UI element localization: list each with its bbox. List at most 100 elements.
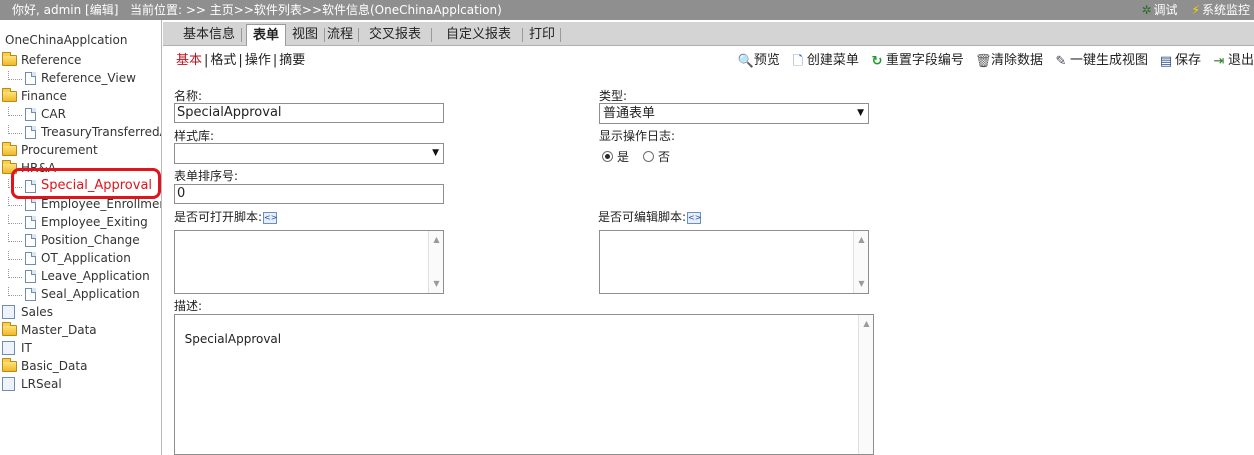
show-log-no-radio[interactable]: [643, 151, 655, 162]
tree-item-finance[interactable]: Finance: [2, 87, 67, 105]
create-menu-label: 创建菜单: [806, 53, 859, 68]
description-label: 描述:: [174, 299, 203, 313]
tree-item-sales[interactable]: Sales: [2, 303, 53, 321]
user-greeting[interactable]: 你好, admin [编辑]: [12, 0, 118, 20]
tree-item-label: Reference: [21, 53, 82, 67]
save-icon: ▤: [1159, 53, 1173, 69]
style-library-select[interactable]: ▼: [174, 143, 444, 164]
tab-basic-info[interactable]: 基本信息: [177, 24, 241, 46]
tree-root[interactable]: OneChinaApplcation: [5, 33, 127, 47]
scrollbar[interactable]: ▲: [858, 315, 873, 454]
open-script-label-text: 是否可打开脚本:: [174, 210, 263, 224]
bug-icon: ✲: [1141, 3, 1152, 17]
scrollbar[interactable]: ▲ ▼: [428, 231, 443, 293]
open-script-label: 是否可打开脚本: <>: [174, 208, 277, 225]
tree-item-car[interactable]: CAR: [8, 105, 66, 123]
tree-item-label: Sales: [21, 305, 53, 319]
tree-item-special-approval[interactable]: Special_Approval: [8, 177, 152, 195]
subnav-format[interactable]: 格式: [210, 52, 236, 70]
script-icon[interactable]: <>: [687, 211, 701, 224]
tree-item-hra[interactable]: HR&A: [2, 159, 56, 177]
tree-item-label: Procurement: [21, 143, 98, 157]
create-menu-button[interactable]: 🗋 创建菜单: [791, 52, 859, 70]
name-label: 名称:: [174, 89, 203, 103]
page-icon: [25, 233, 36, 247]
tree-item-seal-application[interactable]: Seal_Application: [8, 285, 140, 303]
tree-item-master-data[interactable]: Master_Data: [2, 321, 97, 339]
tree-item-employee-enrollment[interactable]: Employee_Enrollment: [8, 195, 161, 213]
page-icon: [25, 215, 36, 229]
tree-item-leave-application[interactable]: Leave_Application: [8, 267, 150, 285]
refresh-icon: ↻: [871, 53, 883, 69]
reset-field-number-label: 重置字段编号: [885, 53, 964, 68]
tree-item-reference[interactable]: Reference: [2, 51, 81, 69]
tree-item-label: CAR: [41, 107, 66, 121]
magnifier-page-icon: 🔍: [737, 53, 755, 69]
name-input[interactable]: SpecialApproval: [174, 103, 444, 123]
folder-icon: [2, 357, 17, 372]
type-label: 类型:: [599, 89, 628, 103]
clear-data-button[interactable]: 🗑 清除数据: [975, 52, 1043, 70]
top-bar: 你好, admin [编辑] 当前位置: >> 主页>>软件列表>>软件信息(O…: [0, 0, 1254, 20]
tab-custom-report[interactable]: 自定义报表: [440, 24, 517, 46]
exit-button[interactable]: ⇥ 退出: [1212, 52, 1254, 70]
dropdown-arrow-icon: ▼: [857, 108, 864, 118]
document-icon: [2, 377, 15, 391]
save-label: 保存: [1174, 53, 1201, 68]
system-monitor-button[interactable]: ⚡ 系统监控: [1192, 0, 1250, 20]
form-order-input[interactable]: 0: [174, 184, 444, 204]
tree-item-ot-application[interactable]: OT_Application: [8, 249, 131, 267]
page-icon: [25, 287, 36, 301]
tree-item-label: TreasuryTransferredAp: [41, 125, 162, 139]
edit-script-textarea[interactable]: ▲ ▼: [599, 230, 869, 294]
tree-item-basic-data[interactable]: Basic_Data: [2, 357, 87, 375]
exit-label: 退出: [1227, 53, 1254, 68]
breadcrumb: 当前位置: >> 主页>>软件列表>>软件信息(OneChinaApplcati…: [130, 3, 502, 17]
folder-icon: [2, 159, 17, 174]
show-log-label: 显示操作日志:: [599, 129, 676, 143]
tree-item-treasury[interactable]: TreasuryTransferredAp: [8, 123, 162, 141]
tree-item-label: Seal_Application: [41, 287, 140, 301]
tab-form[interactable]: 表单: [246, 24, 287, 46]
tree-item-reference-view[interactable]: Reference_View: [8, 69, 136, 87]
folder-icon: [2, 51, 17, 66]
tree-item-label: IT: [21, 341, 32, 355]
page-icon: [25, 71, 36, 85]
debug-button[interactable]: ✲ 调试: [1141, 0, 1177, 20]
tree-item-label-selected: Special_Approval: [41, 178, 153, 193]
style-library-label: 样式库:: [174, 129, 215, 143]
description-textarea[interactable]: SpecialApproval ▲: [174, 314, 874, 455]
tree-item-position-change[interactable]: Position_Change: [8, 231, 140, 249]
tree-item-employee-exiting[interactable]: Employee_Exiting: [8, 213, 148, 231]
preview-button[interactable]: 🔍 预览: [738, 52, 780, 70]
document-icon: [2, 305, 15, 319]
save-button[interactable]: ▤ 保存: [1159, 52, 1201, 70]
tab-print[interactable]: 打印: [523, 24, 561, 46]
tree-item-it[interactable]: IT: [2, 339, 32, 357]
page-icon: [25, 179, 36, 193]
clear-data-label: 清除数据: [990, 53, 1043, 68]
edit-page-icon: ✎: [1055, 53, 1067, 69]
tab-bar: 基本信息 表单 视图 流程 交叉报表 自定义报表 打印: [163, 22, 1254, 46]
generate-view-button[interactable]: ✎ 一键生成视图: [1054, 52, 1148, 70]
tree-item-lrseal[interactable]: LRSeal: [2, 375, 62, 393]
tree-item-label: Leave_Application: [41, 269, 150, 283]
type-select[interactable]: 普通表单 ▼: [599, 103, 869, 124]
subnav-summary[interactable]: 摘要: [279, 52, 305, 70]
page-icon: [25, 125, 36, 139]
form-subnav: 基本 | 格式 | 操作 | 摘要: [176, 52, 306, 70]
tab-view[interactable]: 视图: [286, 24, 324, 46]
script-icon[interactable]: <>: [263, 211, 277, 224]
tree-item-label: Finance: [21, 89, 67, 103]
reset-field-number-button[interactable]: ↻ 重置字段编号: [870, 52, 964, 70]
subnav-basic[interactable]: 基本: [176, 52, 202, 70]
tree-item-procurement[interactable]: Procurement: [2, 141, 98, 159]
tab-flow[interactable]: 流程: [321, 24, 359, 46]
open-script-textarea[interactable]: ▲ ▼: [174, 230, 444, 294]
edit-script-label-text: 是否可编辑脚本:: [598, 210, 687, 224]
show-log-yes-radio[interactable]: [602, 151, 613, 162]
subnav-operation[interactable]: 操作: [245, 52, 271, 70]
scrollbar[interactable]: ▲ ▼: [853, 231, 868, 293]
show-log-no-label: 否: [658, 150, 671, 164]
tab-cross-report[interactable]: 交叉报表: [363, 24, 427, 46]
